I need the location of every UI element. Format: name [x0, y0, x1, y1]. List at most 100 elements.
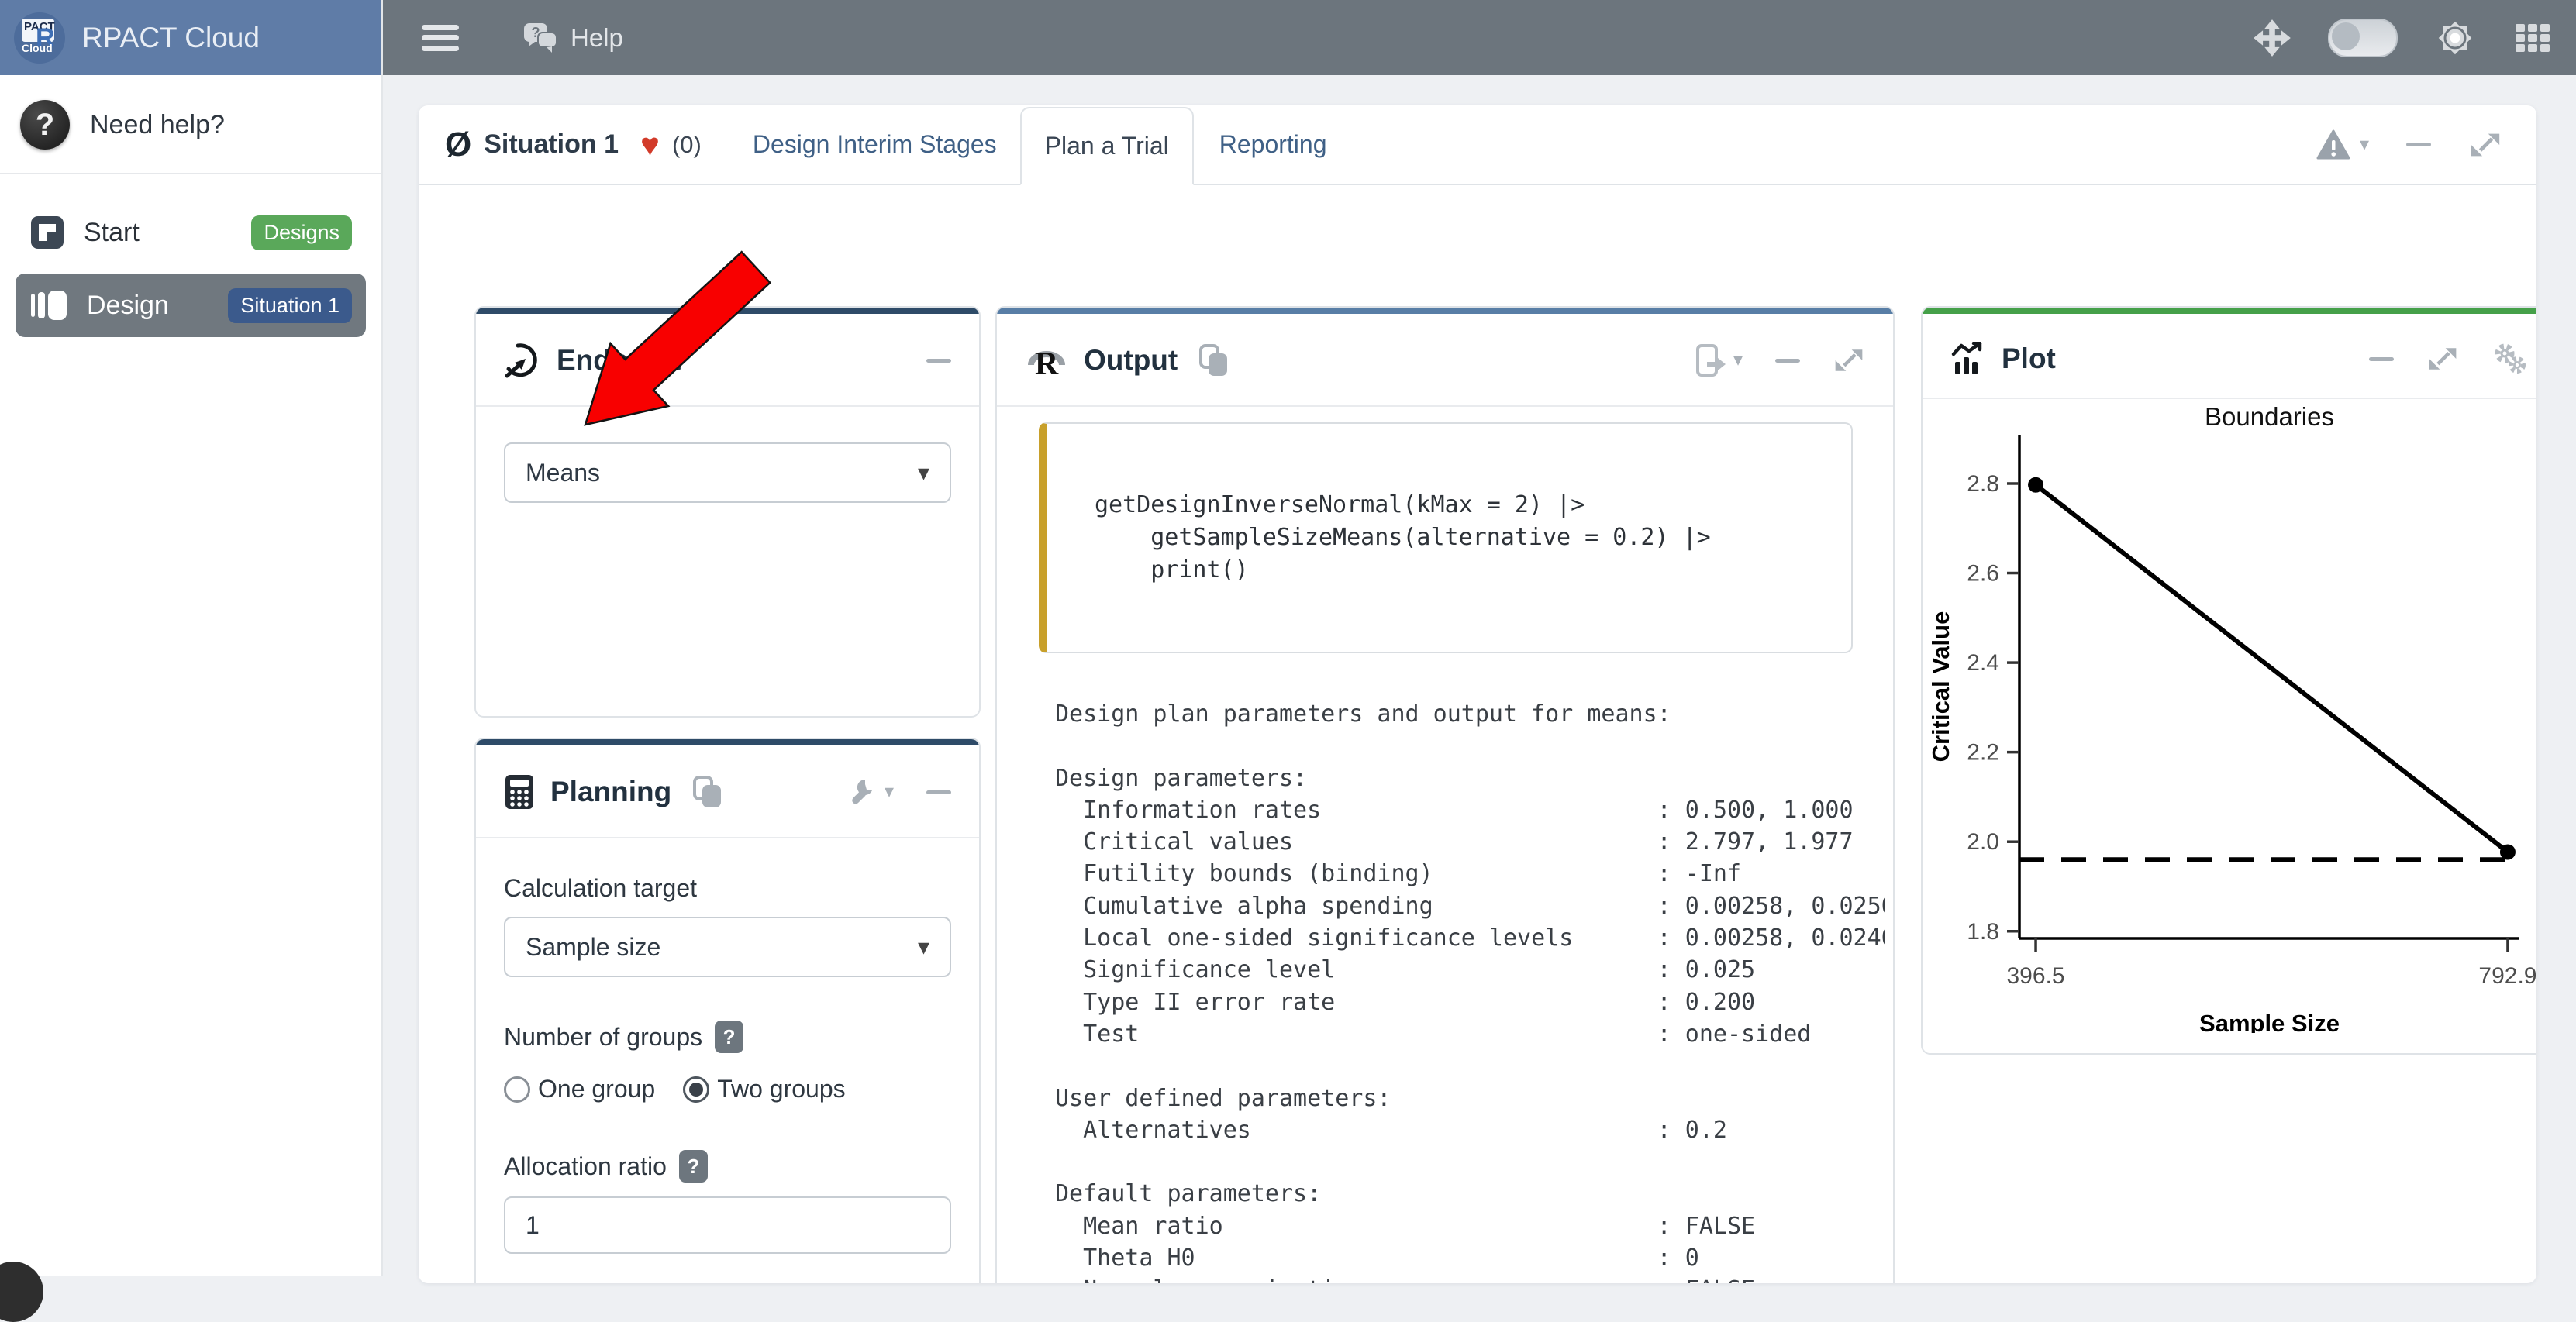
export-menu[interactable]: ▾ — [1695, 343, 1743, 377]
tab-design-interim-stages[interactable]: Design Interim Stages — [753, 105, 997, 184]
top-navbar: ? Help — [383, 0, 2576, 75]
tabbar: Ø Situation 1 ♥ (0) Design Interim Stage… — [419, 105, 2536, 185]
radio-one-group-label[interactable]: One group — [538, 1075, 655, 1103]
need-help-button[interactable]: ? Need help? — [0, 75, 381, 173]
collapse-card-icon[interactable] — [926, 359, 951, 363]
allocation-ratio-input[interactable] — [504, 1196, 951, 1254]
chart-icon — [1950, 342, 1986, 376]
situation-title: Situation 1 — [484, 129, 619, 160]
help-question-badge[interactable]: ? — [679, 1150, 708, 1183]
svg-text:1.8: 1.8 — [1967, 919, 1999, 945]
svg-text:2.8: 2.8 — [1967, 471, 1999, 497]
endpoint-select-value: Means — [526, 459, 918, 487]
chevron-down-icon: ▾ — [918, 934, 929, 961]
calculation-target-label: Calculation target — [504, 874, 951, 903]
boundaries-chart: Boundaries 1.8 2.0 2.2 2.4 2.6 2.8 396.5 792.9 Sa… — [1923, 399, 2536, 1033]
calculator-icon — [504, 773, 535, 811]
expand-card-icon[interactable] — [2426, 343, 2459, 375]
svg-text:2.4: 2.4 — [1967, 650, 1999, 676]
sidebar: PACT R Cloud RPACT Cloud ? Need help? St… — [0, 0, 383, 1276]
card-title: Planning — [550, 776, 671, 808]
app-title: RPACT Cloud — [82, 22, 260, 54]
fullscreen-arrows-icon[interactable] — [2252, 18, 2292, 58]
r-code-text: getDesignInverseNormal(kMax = 2) |> getS… — [1095, 489, 1828, 587]
app-logo: PACT R Cloud — [14, 12, 65, 64]
expand-card-icon[interactable] — [1833, 344, 1865, 377]
logo-cloud-text: Cloud — [22, 42, 53, 54]
sidebar-divider — [0, 173, 381, 174]
warnings-menu[interactable]: ▾ — [2316, 129, 2369, 160]
plot-card: Plot Boundaries1.82.02.22.42. — [1921, 306, 2536, 1055]
grid-apps-icon[interactable] — [2512, 19, 2554, 57]
tab-plan-a-trial[interactable]: Plan a Trial — [1020, 107, 1194, 185]
warning-triangle-icon — [2316, 129, 2350, 160]
toggle-knob — [2332, 22, 2360, 50]
collapse-card-icon[interactable] — [2369, 357, 2394, 361]
endpoint-select[interactable]: Means ▾ — [504, 442, 951, 503]
sidebar-item-design[interactable]: Design Situation 1 — [16, 274, 366, 337]
designs-badge: Designs — [251, 215, 352, 250]
app-brand: PACT R Cloud RPACT Cloud — [0, 0, 381, 75]
start-icon — [29, 215, 65, 250]
need-help-label: Need help? — [90, 110, 225, 140]
content-panel: Ø Situation 1 ♥ (0) Design Interim Stage… — [419, 105, 2536, 1283]
help-question-badge[interactable]: ? — [715, 1021, 743, 1053]
collapse-card-icon[interactable] — [1775, 359, 1800, 363]
copy-icon[interactable] — [1198, 343, 1230, 378]
svg-text:R: R — [1035, 346, 1059, 379]
number-of-groups-label: Number of groups ? — [504, 1021, 951, 1053]
collapse-card-icon[interactable] — [926, 790, 951, 794]
collapse-panel-icon[interactable] — [2406, 143, 2431, 146]
sidebar-item-label: Design — [87, 291, 169, 321]
sun-settings-icon[interactable] — [2433, 16, 2477, 60]
copy-icon[interactable] — [691, 774, 724, 810]
sidebar-item-label: Start — [84, 218, 140, 248]
tools-menu[interactable]: ▾ — [846, 776, 894, 807]
endpoint-icon — [504, 342, 541, 379]
svg-text:Sample Size: Sample Size — [2199, 1010, 2340, 1033]
svg-text:2.0: 2.0 — [1967, 829, 1999, 855]
svg-text:Critical Value: Critical Value — [1927, 611, 1954, 763]
sidebar-toggle-icon[interactable] — [422, 25, 459, 51]
planning-card: Planning ▾ C — [474, 738, 981, 1283]
allocation-ratio-label: Allocation ratio ? — [504, 1150, 951, 1183]
help-chat-icon: ? — [519, 20, 560, 56]
endpoint-card: Endpoint Means ▾ — [474, 306, 981, 718]
radio-two-groups-label[interactable]: Two groups — [717, 1075, 845, 1103]
caret-down-icon: ▾ — [1733, 351, 1743, 370]
theme-toggle[interactable] — [2328, 19, 2398, 57]
r-logo-icon: R — [1025, 342, 1068, 379]
caret-down-icon: ▾ — [2360, 136, 2369, 154]
help-label: Help — [571, 23, 623, 53]
design-report-text: Design plan parameters and output for me… — [1055, 698, 1885, 1283]
file-export-icon — [1695, 343, 1726, 377]
sidebar-item-start[interactable]: Start Designs — [16, 204, 366, 261]
svg-text:396.5: 396.5 — [2007, 963, 2065, 989]
svg-text:2.2: 2.2 — [1967, 740, 1999, 766]
radio-two-groups[interactable] — [683, 1076, 709, 1103]
svg-text:2.6: 2.6 — [1967, 561, 1999, 587]
main-area: Ø Situation 1 ♥ (0) Design Interim Stage… — [383, 75, 2576, 1276]
chevron-down-icon: ▾ — [918, 460, 929, 487]
question-circle-icon: ? — [20, 100, 70, 150]
help-menu[interactable]: ? Help — [519, 20, 623, 56]
card-title: Plot — [2002, 343, 2056, 375]
design-icon — [29, 287, 68, 323]
wrench-icon — [846, 776, 877, 807]
card-title: Output — [1084, 344, 1178, 377]
empty-set-icon: Ø — [445, 128, 471, 162]
svg-text:Boundaries: Boundaries — [2205, 402, 2334, 431]
favorites-count: (0) — [672, 131, 702, 159]
svg-text:792.9: 792.9 — [2478, 963, 2536, 989]
tab-reporting[interactable]: Reporting — [1219, 105, 1327, 184]
calculation-target-value: Sample size — [526, 933, 918, 962]
tab-situation-header[interactable]: Ø Situation 1 ♥ (0) — [445, 105, 702, 184]
caret-down-icon: ▾ — [885, 783, 894, 801]
calculation-target-select[interactable]: Sample size ▾ — [504, 917, 951, 977]
r-code-block[interactable]: getDesignInverseNormal(kMax = 2) |> getS… — [1039, 422, 1853, 653]
gears-settings-icon[interactable] — [2492, 342, 2527, 376]
radio-one-group[interactable] — [504, 1076, 530, 1103]
heart-icon[interactable]: ♥ — [640, 129, 660, 161]
bottom-left-partial-button[interactable] — [0, 1262, 43, 1322]
expand-panel-icon[interactable] — [2468, 128, 2502, 162]
